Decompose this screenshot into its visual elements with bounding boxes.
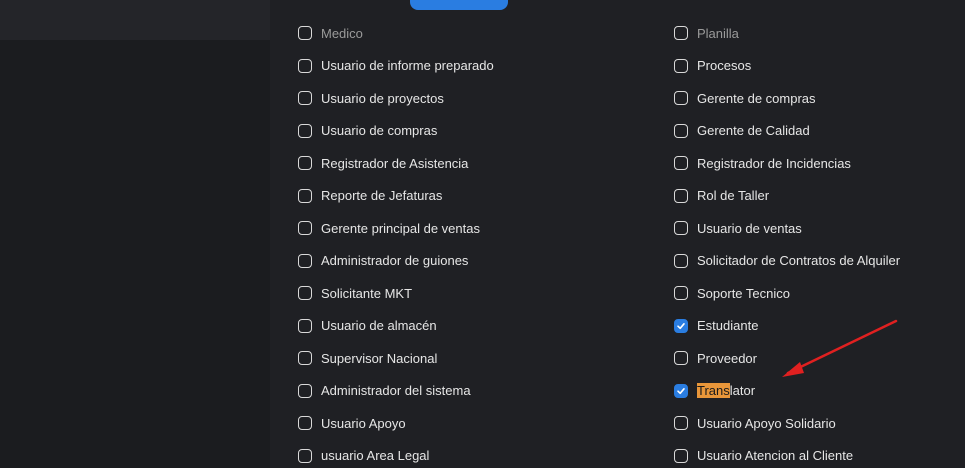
role-label: Solicitante MKT: [321, 285, 413, 301]
search-highlight: Trans: [697, 383, 730, 398]
role-label: Usuario de compras: [321, 123, 438, 138]
role-row[interactable]: Usuario Apoyo Solidario: [674, 412, 836, 434]
role-checkbox[interactable]: [674, 351, 688, 365]
role-checkbox[interactable]: [298, 188, 312, 203]
role-label: Usuario Apoyo: [321, 415, 406, 431]
role-label: usuario Area Legal: [321, 448, 430, 463]
role-label: Reporte de Jefaturas: [321, 188, 443, 203]
role-row[interactable]: Gerente de compras: [674, 87, 816, 109]
role-row[interactable]: Medico: [298, 22, 363, 44]
role-checkbox[interactable]: [298, 156, 312, 170]
role-label: Usuario de almacén: [321, 318, 437, 333]
role-label: Usuario de ventas: [697, 220, 802, 236]
role-row[interactable]: Usuario de proyectos: [298, 87, 444, 109]
role-row[interactable]: Administrador de guiones: [298, 250, 468, 272]
role-row[interactable]: Gerente principal de ventas: [298, 217, 480, 239]
role-checkbox[interactable]: [298, 221, 312, 235]
role-row[interactable]: Soporte Tecnico: [674, 282, 790, 304]
roles-list: Medico Usuario de informe preparado Usuari…: [270, 0, 965, 468]
role-checkbox[interactable]: [298, 58, 312, 73]
role-checkbox[interactable]: [298, 318, 312, 333]
role-checkbox[interactable]: [674, 123, 688, 138]
role-row[interactable]: Usuario de almacén: [298, 315, 437, 337]
role-label: Registrador de Incidencias: [697, 155, 851, 171]
role-checkbox[interactable]: [674, 448, 688, 463]
role-checkbox[interactable]: [674, 416, 688, 430]
role-checkbox[interactable]: [674, 26, 688, 40]
role-label: Supervisor Nacional: [321, 350, 438, 366]
role-checkbox[interactable]: [674, 58, 688, 73]
role-label: Solicitador de Contratos de Alquiler: [697, 253, 901, 268]
role-label: Estudiante: [697, 318, 759, 333]
check-icon: [677, 387, 685, 394]
role-checkbox[interactable]: [298, 416, 312, 430]
role-row[interactable]: Gerente de Calidad: [674, 120, 810, 142]
check-icon: [677, 322, 685, 329]
role-label: Administrador de guiones: [321, 253, 469, 268]
role-row[interactable]: Rol de Taller: [674, 185, 769, 207]
role-checkbox[interactable]: [674, 318, 688, 333]
role-checkbox[interactable]: [298, 91, 312, 105]
role-row[interactable]: Translator: [674, 380, 755, 402]
role-label: Usuario de proyectos: [321, 90, 444, 106]
role-row[interactable]: Usuario de ventas: [674, 217, 802, 239]
role-label: Registrador de Asistencia: [321, 155, 469, 171]
role-row[interactable]: Planilla: [674, 22, 739, 44]
top-tab[interactable]: [410, 0, 508, 10]
role-label: Administrador del sistema: [321, 383, 471, 398]
role-checkbox[interactable]: [298, 26, 312, 40]
role-checkbox[interactable]: [674, 383, 688, 398]
role-label: Gerente de Calidad: [697, 123, 810, 138]
role-row[interactable]: usuario Area Legal: [298, 445, 429, 467]
role-label: Usuario Atencion al Cliente: [697, 448, 854, 463]
role-row[interactable]: Registrador de Asistencia: [298, 152, 468, 174]
role-row[interactable]: Proveedor: [674, 347, 757, 369]
role-row[interactable]: Registrador de Incidencias: [674, 152, 851, 174]
role-row[interactable]: Supervisor Nacional: [298, 347, 437, 369]
role-checkbox[interactable]: [298, 351, 312, 365]
role-label: Planilla: [697, 25, 739, 41]
role-row[interactable]: Estudiante: [674, 315, 758, 337]
role-checkbox[interactable]: [298, 286, 312, 300]
role-checkbox[interactable]: [674, 286, 688, 300]
role-row[interactable]: Solicitante MKT: [298, 282, 412, 304]
role-checkbox[interactable]: [674, 253, 688, 268]
role-label: Procesos: [697, 58, 752, 73]
role-label: Gerente principal de ventas: [321, 220, 480, 236]
top-strip: [270, 0, 965, 14]
role-checkbox[interactable]: [674, 221, 688, 235]
role-label: Proveedor: [697, 350, 757, 366]
role-checkbox[interactable]: [298, 448, 312, 463]
role-checkbox[interactable]: [298, 123, 312, 138]
role-checkbox[interactable]: [674, 91, 688, 105]
annotation-arrow: [782, 319, 898, 377]
role-label-rest: lator: [729, 383, 756, 398]
role-label: Usuario de informe preparado: [321, 58, 494, 73]
role-checkbox[interactable]: [298, 383, 312, 398]
role-row[interactable]: Usuario Apoyo: [298, 412, 406, 434]
role-checkbox[interactable]: [674, 188, 688, 203]
role-label: Rol de Taller: [697, 188, 770, 203]
role-row[interactable]: Usuario de informe preparado: [298, 55, 494, 77]
role-label: Usuario Apoyo Solidario: [697, 415, 836, 431]
role-checkbox[interactable]: [674, 156, 688, 170]
left-panel: [0, 0, 270, 468]
role-row[interactable]: Usuario Atencion al Cliente: [674, 445, 853, 467]
role-row[interactable]: Reporte de Jefaturas: [298, 185, 442, 207]
role-row[interactable]: Solicitador de Contratos de Alquiler: [674, 250, 900, 272]
role-row[interactable]: Administrador del sistema: [298, 380, 471, 402]
left-panel-header: [0, 0, 270, 40]
role-row[interactable]: Procesos: [674, 55, 751, 77]
role-checkbox[interactable]: [298, 253, 312, 268]
role-label: Gerente de compras: [697, 90, 816, 106]
role-label: Medico: [321, 25, 363, 41]
role-label: Translator: [697, 383, 755, 398]
role-row[interactable]: Usuario de compras: [298, 120, 437, 142]
role-label: Soporte Tecnico: [697, 285, 790, 301]
